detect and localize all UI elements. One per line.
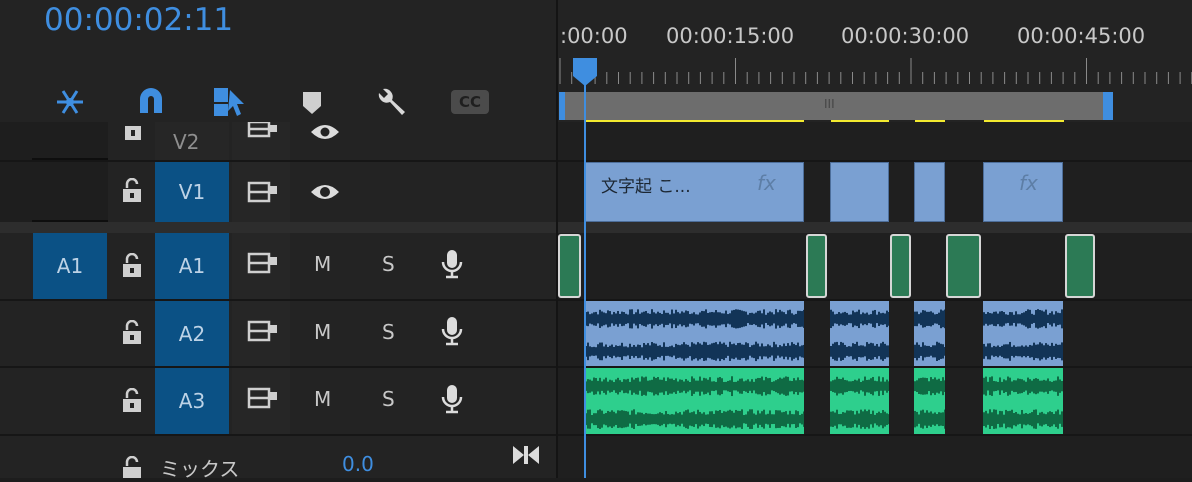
- waveform: [585, 376, 805, 429]
- audio-transition[interactable]: [806, 234, 827, 298]
- track-a1-target[interactable]: A1: [155, 233, 229, 299]
- magnet-snap-icon[interactable]: [131, 84, 171, 120]
- waveform: [914, 377, 946, 429]
- audio-clip[interactable]: [585, 368, 805, 434]
- track-a1-lane[interactable]: [558, 233, 1192, 299]
- mix-track-lane[interactable]: [558, 436, 1192, 478]
- toggle-sync-icon[interactable]: [247, 181, 279, 207]
- toggle-sync-icon[interactable]: [247, 387, 279, 413]
- clip-title: 文字起 こ...: [601, 177, 691, 197]
- lock-icon[interactable]: [122, 124, 144, 146]
- linked-selection-icon[interactable]: [209, 84, 249, 120]
- waveform: [983, 309, 1063, 361]
- audio-clip[interactable]: [914, 301, 946, 366]
- fx-badge: fx: [1019, 171, 1038, 195]
- scroll-bar-grip: III: [824, 97, 835, 111]
- microphone-icon[interactable]: [440, 315, 464, 351]
- add-marker-icon[interactable]: [292, 84, 332, 120]
- audio-clip[interactable]: [585, 301, 805, 366]
- cc-captions-icon[interactable]: CC: [448, 84, 492, 120]
- audio-transition[interactable]: [890, 234, 911, 298]
- track-v2-lane[interactable]: [558, 122, 1192, 160]
- microphone-icon[interactable]: [440, 248, 464, 284]
- lock-icon[interactable]: [121, 319, 143, 350]
- video-clip[interactable]: 文字起 こ... fx: [585, 162, 804, 222]
- audio-clip[interactable]: [914, 368, 946, 434]
- track-a3-label: A3: [178, 389, 206, 413]
- eye-icon[interactable]: [309, 122, 341, 146]
- wrench-settings-icon[interactable]: [370, 84, 410, 120]
- microphone-icon[interactable]: [440, 383, 464, 419]
- v2-source-patch[interactable]: [0, 122, 108, 160]
- track-a3-target[interactable]: A3: [155, 368, 229, 434]
- snap-nest-icon[interactable]: [50, 84, 90, 120]
- playhead-timecode[interactable]: 00:00:02:11: [44, 2, 233, 38]
- lock-icon[interactable]: [121, 455, 143, 482]
- toggle-sync-icon[interactable]: [247, 252, 279, 278]
- track-v1-label: V1: [178, 180, 206, 204]
- eye-icon[interactable]: [309, 181, 341, 207]
- audio-clip[interactable]: [983, 301, 1063, 366]
- mute-button[interactable]: M: [314, 387, 331, 411]
- toggle-sync-icon[interactable]: [247, 120, 279, 144]
- audio-transition[interactable]: [558, 234, 581, 298]
- solo-button[interactable]: S: [382, 252, 395, 276]
- audio-transition[interactable]: [946, 234, 981, 298]
- v1-source-patch[interactable]: [0, 162, 108, 222]
- cc-label: CC: [458, 93, 482, 111]
- track-v2-label: V2: [173, 130, 200, 154]
- ruler-ticks: [559, 58, 1192, 84]
- video-audio-divider[interactable]: [0, 222, 1192, 233]
- header-lane-divider[interactable]: [556, 0, 558, 478]
- video-clip[interactable]: fx: [983, 162, 1063, 222]
- zoom-bar-right-handle[interactable]: [1103, 92, 1113, 120]
- waveform: [830, 376, 890, 429]
- ruler-tick-label: 00:00:30:00: [841, 24, 970, 48]
- solo-button[interactable]: S: [382, 320, 395, 344]
- waveform: [914, 309, 946, 361]
- fx-badge: fx: [757, 171, 776, 195]
- lock-icon[interactable]: [121, 252, 143, 283]
- waveform: [983, 376, 1063, 429]
- mute-button[interactable]: M: [314, 252, 331, 276]
- a1-source-patch[interactable]: A1: [33, 233, 107, 299]
- lock-icon[interactable]: [121, 177, 143, 208]
- waveform: [585, 309, 805, 362]
- mix-volume-value[interactable]: 0.0: [342, 452, 374, 476]
- video-clip[interactable]: [914, 162, 945, 222]
- audio-clip[interactable]: [830, 301, 890, 366]
- playhead-line[interactable]: [584, 68, 586, 478]
- audio-transition[interactable]: [1065, 234, 1095, 298]
- lock-icon[interactable]: [121, 387, 143, 418]
- bowtie-icon[interactable]: [511, 444, 541, 470]
- toggle-sync-icon[interactable]: [247, 320, 279, 346]
- ruler-tick-label: 00:00:45:00: [1017, 24, 1146, 48]
- mix-track-header: [0, 436, 557, 478]
- ruler-tick-label: 00:00:15:00: [666, 24, 795, 48]
- video-clip[interactable]: [830, 162, 889, 222]
- ruler-tick-label: :00:00: [560, 24, 628, 48]
- audio-clip[interactable]: [983, 368, 1063, 434]
- track-a2-target[interactable]: A2: [155, 301, 229, 366]
- track-a2-label: A2: [178, 321, 206, 346]
- source-a1-label: A1: [56, 254, 84, 278]
- mute-button[interactable]: M: [314, 320, 331, 344]
- track-a1-label: A1: [178, 254, 206, 278]
- waveform: [830, 309, 890, 361]
- track-v1-target[interactable]: V1: [155, 162, 229, 222]
- solo-button[interactable]: S: [382, 387, 395, 411]
- audio-clip[interactable]: [830, 368, 890, 434]
